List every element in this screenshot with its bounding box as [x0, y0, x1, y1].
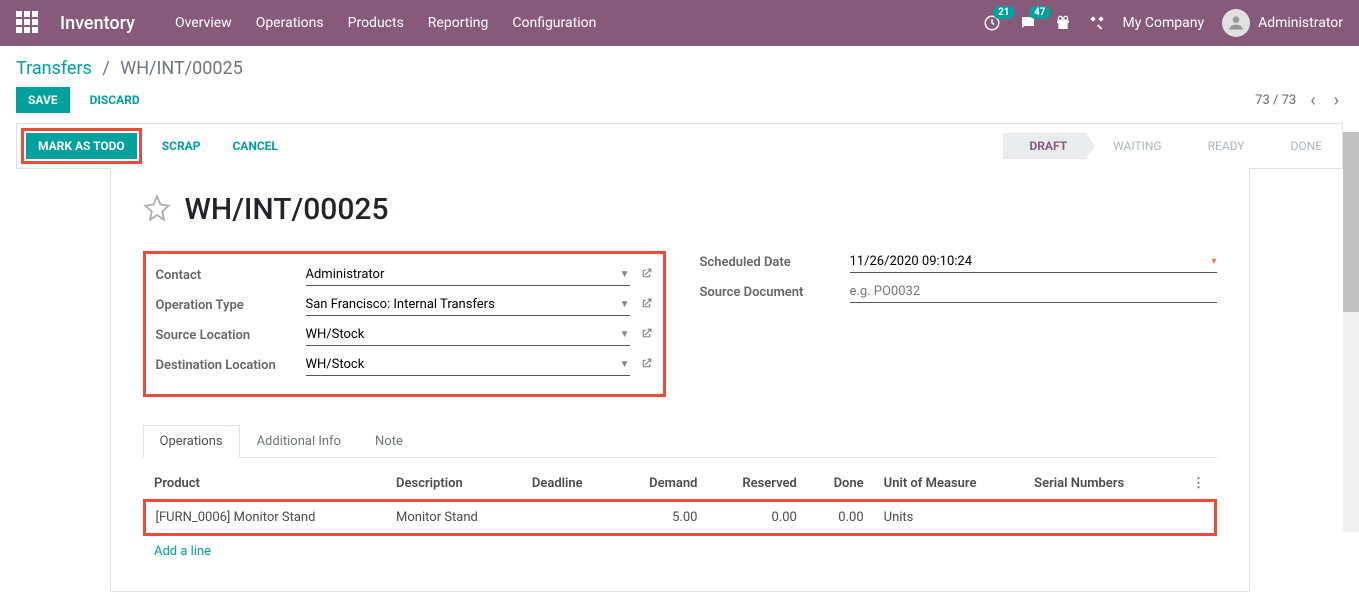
activities-icon[interactable]: 21 [983, 14, 1001, 32]
dropdown-caret-icon[interactable]: ▼ [620, 359, 630, 370]
col-description[interactable]: Description [386, 468, 522, 501]
discard-button[interactable]: Discard [78, 87, 152, 113]
pager-next[interactable]: › [1330, 90, 1343, 111]
dropdown-caret-icon[interactable]: ▼ [620, 269, 630, 280]
external-link-icon[interactable] [640, 297, 653, 314]
external-link-icon[interactable] [640, 327, 653, 344]
status-steps: Draft Waiting Ready Done [1003, 133, 1342, 159]
form-sheet: WH/INT/00025 Contact ▼ Operation Type [110, 168, 1250, 592]
user-menu[interactable]: Administrator [1222, 9, 1343, 37]
datepicker-caret-icon[interactable]: ▾ [1211, 256, 1216, 267]
breadcrumb: Transfers / WH/INT/00025 [16, 58, 243, 79]
external-link-icon[interactable] [640, 357, 653, 374]
srcdoc-field[interactable] [850, 281, 1217, 303]
fields-highlight-box: Contact ▼ Operation Type ▼ [143, 251, 666, 397]
nav-products[interactable]: Products [348, 15, 404, 31]
app-name[interactable]: Inventory [60, 13, 135, 34]
col-options-icon[interactable]: ⋮ [1171, 468, 1215, 501]
cancel-button[interactable]: Cancel [220, 133, 289, 159]
external-link-icon[interactable] [640, 267, 653, 284]
col-done[interactable]: Done [807, 468, 874, 501]
optype-input[interactable] [306, 297, 616, 312]
cell-serial[interactable] [1024, 501, 1171, 535]
buttons-row: Save Discard 73 / 73 ‹ › [0, 87, 1359, 123]
step-waiting[interactable]: Waiting [1087, 133, 1181, 159]
tab-additional-info[interactable]: Additional Info [240, 425, 358, 457]
top-nav: Inventory Overview Operations Products R… [0, 0, 1359, 46]
step-done[interactable]: Done [1264, 133, 1342, 159]
dstloc-label: Destination Location [156, 358, 306, 373]
tools-icon[interactable] [1089, 15, 1105, 31]
breadcrumb-current: WH/INT/00025 [120, 58, 242, 79]
scrap-button[interactable]: Scrap [150, 133, 213, 159]
dstloc-input[interactable] [306, 357, 616, 372]
contact-field[interactable]: ▼ [306, 264, 630, 286]
apps-icon[interactable] [16, 11, 40, 35]
step-ready[interactable]: Ready [1182, 133, 1265, 159]
contact-input[interactable] [306, 267, 616, 282]
control-panel: Transfers / WH/INT/00025 [0, 46, 1359, 87]
sched-label: Scheduled Date [700, 255, 850, 270]
pager: 73 / 73 ‹ › [1255, 90, 1343, 111]
status-bar: Mark as Todo Scrap Cancel Draft Waiting … [16, 123, 1343, 169]
col-product[interactable]: Product [144, 468, 386, 501]
contact-label: Contact [156, 268, 306, 283]
add-line-button[interactable]: Add a line [144, 535, 1215, 568]
tabs: Operations Additional Info Note [143, 425, 1217, 458]
nav-reporting[interactable]: Reporting [428, 15, 489, 31]
srcloc-input[interactable] [306, 327, 616, 342]
cell-product[interactable]: [FURN_0006] Monitor Stand [144, 501, 386, 535]
nav-right: 21 47 My Company Administrator [983, 9, 1343, 37]
cell-uom[interactable]: Units [874, 501, 1025, 535]
cell-deadline[interactable] [522, 501, 616, 535]
col-reserved[interactable]: Reserved [707, 468, 806, 501]
step-draft[interactable]: Draft [1003, 133, 1087, 159]
scrollbar[interactable] [1343, 132, 1359, 532]
col-demand[interactable]: Demand [616, 468, 707, 501]
mark-todo-button[interactable]: Mark as Todo [26, 133, 137, 159]
activities-badge: 21 [993, 6, 1014, 19]
col-serial[interactable]: Serial Numbers [1024, 468, 1171, 501]
record-title: WH/INT/00025 [185, 192, 389, 227]
dropdown-caret-icon[interactable]: ▼ [620, 299, 630, 310]
star-icon[interactable] [143, 194, 171, 226]
dropdown-caret-icon[interactable]: ▼ [620, 329, 630, 340]
messages-icon[interactable]: 47 [1019, 14, 1037, 32]
srcdoc-label: Source Document [700, 285, 850, 300]
user-name: Administrator [1258, 15, 1343, 31]
avatar-icon [1222, 9, 1250, 37]
cell-demand[interactable]: 5.00 [616, 501, 707, 535]
table-row[interactable]: [FURN_0006] Monitor Stand Monitor Stand … [144, 501, 1215, 535]
nav-menu: Overview Operations Products Reporting C… [175, 15, 983, 31]
nav-overview[interactable]: Overview [175, 15, 232, 31]
save-button[interactable]: Save [16, 87, 70, 113]
gift-icon[interactable] [1055, 15, 1071, 31]
nav-configuration[interactable]: Configuration [512, 15, 596, 31]
pager-prev[interactable]: ‹ [1306, 90, 1319, 111]
sched-field[interactable]: ▾ [850, 251, 1217, 273]
optype-field[interactable]: ▼ [306, 294, 630, 316]
col-deadline[interactable]: Deadline [522, 468, 616, 501]
tab-note[interactable]: Note [358, 425, 420, 457]
optype-label: Operation Type [156, 298, 306, 313]
cell-done[interactable]: 0.00 [807, 501, 874, 535]
cell-reserved[interactable]: 0.00 [707, 501, 806, 535]
tab-operations[interactable]: Operations [143, 425, 240, 458]
cell-description[interactable]: Monitor Stand [386, 501, 522, 535]
dstloc-field[interactable]: ▼ [306, 354, 630, 376]
company-selector[interactable]: My Company [1123, 15, 1205, 31]
operations-table: Product Description Deadline Demand Rese… [143, 468, 1217, 567]
srcloc-label: Source Location [156, 328, 306, 343]
breadcrumb-root[interactable]: Transfers [16, 58, 92, 79]
col-uom[interactable]: Unit of Measure [874, 468, 1025, 501]
srcdoc-input[interactable] [850, 284, 1217, 299]
nav-operations[interactable]: Operations [256, 15, 324, 31]
pager-text: 73 / 73 [1255, 93, 1296, 108]
messages-badge: 47 [1029, 6, 1050, 19]
srcloc-field[interactable]: ▼ [306, 324, 630, 346]
sched-input[interactable] [850, 254, 1208, 269]
